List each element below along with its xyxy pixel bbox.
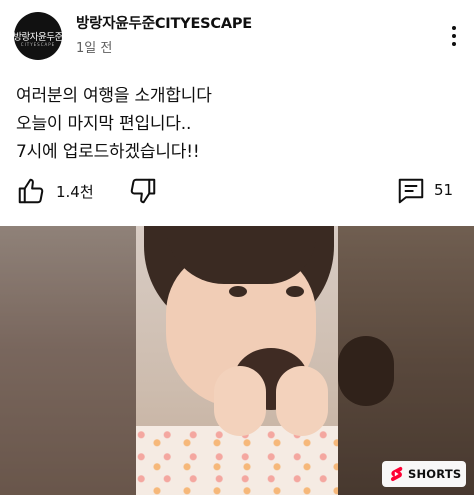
comment-count: 51 bbox=[434, 181, 454, 199]
avatar-logo-subtext: CITYESCAPE bbox=[20, 42, 56, 47]
like-button[interactable] bbox=[16, 176, 46, 206]
post-line: 7시에 업로드하겠습니다!! bbox=[16, 142, 200, 162]
child-eye bbox=[229, 286, 247, 297]
channel-name[interactable]: 방랑자윤두준CITYESCAPE bbox=[76, 12, 252, 33]
comment-button[interactable] bbox=[396, 176, 426, 206]
action-bar: 1.4천 51 bbox=[0, 172, 474, 212]
post-text: 여러분의 여행을 소개합니다 오늘이 마지막 편입니다.. 7시에 업로드하겠습… bbox=[16, 82, 456, 166]
thumbs-up-icon bbox=[18, 178, 44, 204]
dislike-button[interactable] bbox=[128, 176, 158, 206]
thumbnail-right-panel bbox=[338, 226, 474, 495]
shorts-badge[interactable]: SHORTS bbox=[382, 461, 466, 487]
avatar-logo-text: 방랑자윤두준 bbox=[14, 32, 62, 43]
thumbnail-center-panel bbox=[136, 226, 338, 495]
cookie bbox=[338, 336, 394, 406]
post-time: 1일 전 bbox=[76, 41, 113, 56]
child-shirt bbox=[136, 426, 338, 495]
post-header: 방랑자윤두준 CITYESCAPE 방랑자윤두준CITYESCAPE 1일 전 bbox=[0, 0, 474, 70]
thumbs-down-icon bbox=[130, 178, 156, 204]
more-vert-icon-dot bbox=[452, 42, 456, 46]
post-line: 오늘이 마지막 편입니다.. bbox=[16, 114, 192, 134]
more-vert-icon bbox=[452, 26, 456, 30]
shorts-video-thumbnail[interactable] bbox=[0, 226, 474, 495]
shorts-icon bbox=[390, 466, 403, 482]
more-vert-icon-dot bbox=[452, 34, 456, 38]
more-options-button[interactable] bbox=[442, 22, 466, 50]
like-count: 1.4천 bbox=[56, 183, 94, 201]
child-hand bbox=[214, 366, 266, 436]
comment-icon bbox=[398, 178, 424, 204]
child-hand bbox=[276, 366, 328, 436]
avatar[interactable]: 방랑자윤두준 CITYESCAPE bbox=[14, 12, 62, 60]
post-line: 여러분의 여행을 소개합니다 bbox=[16, 86, 212, 106]
shorts-badge-label: SHORTS bbox=[408, 467, 462, 481]
thumbnail-left-panel bbox=[0, 226, 136, 495]
child-eye bbox=[286, 286, 304, 297]
